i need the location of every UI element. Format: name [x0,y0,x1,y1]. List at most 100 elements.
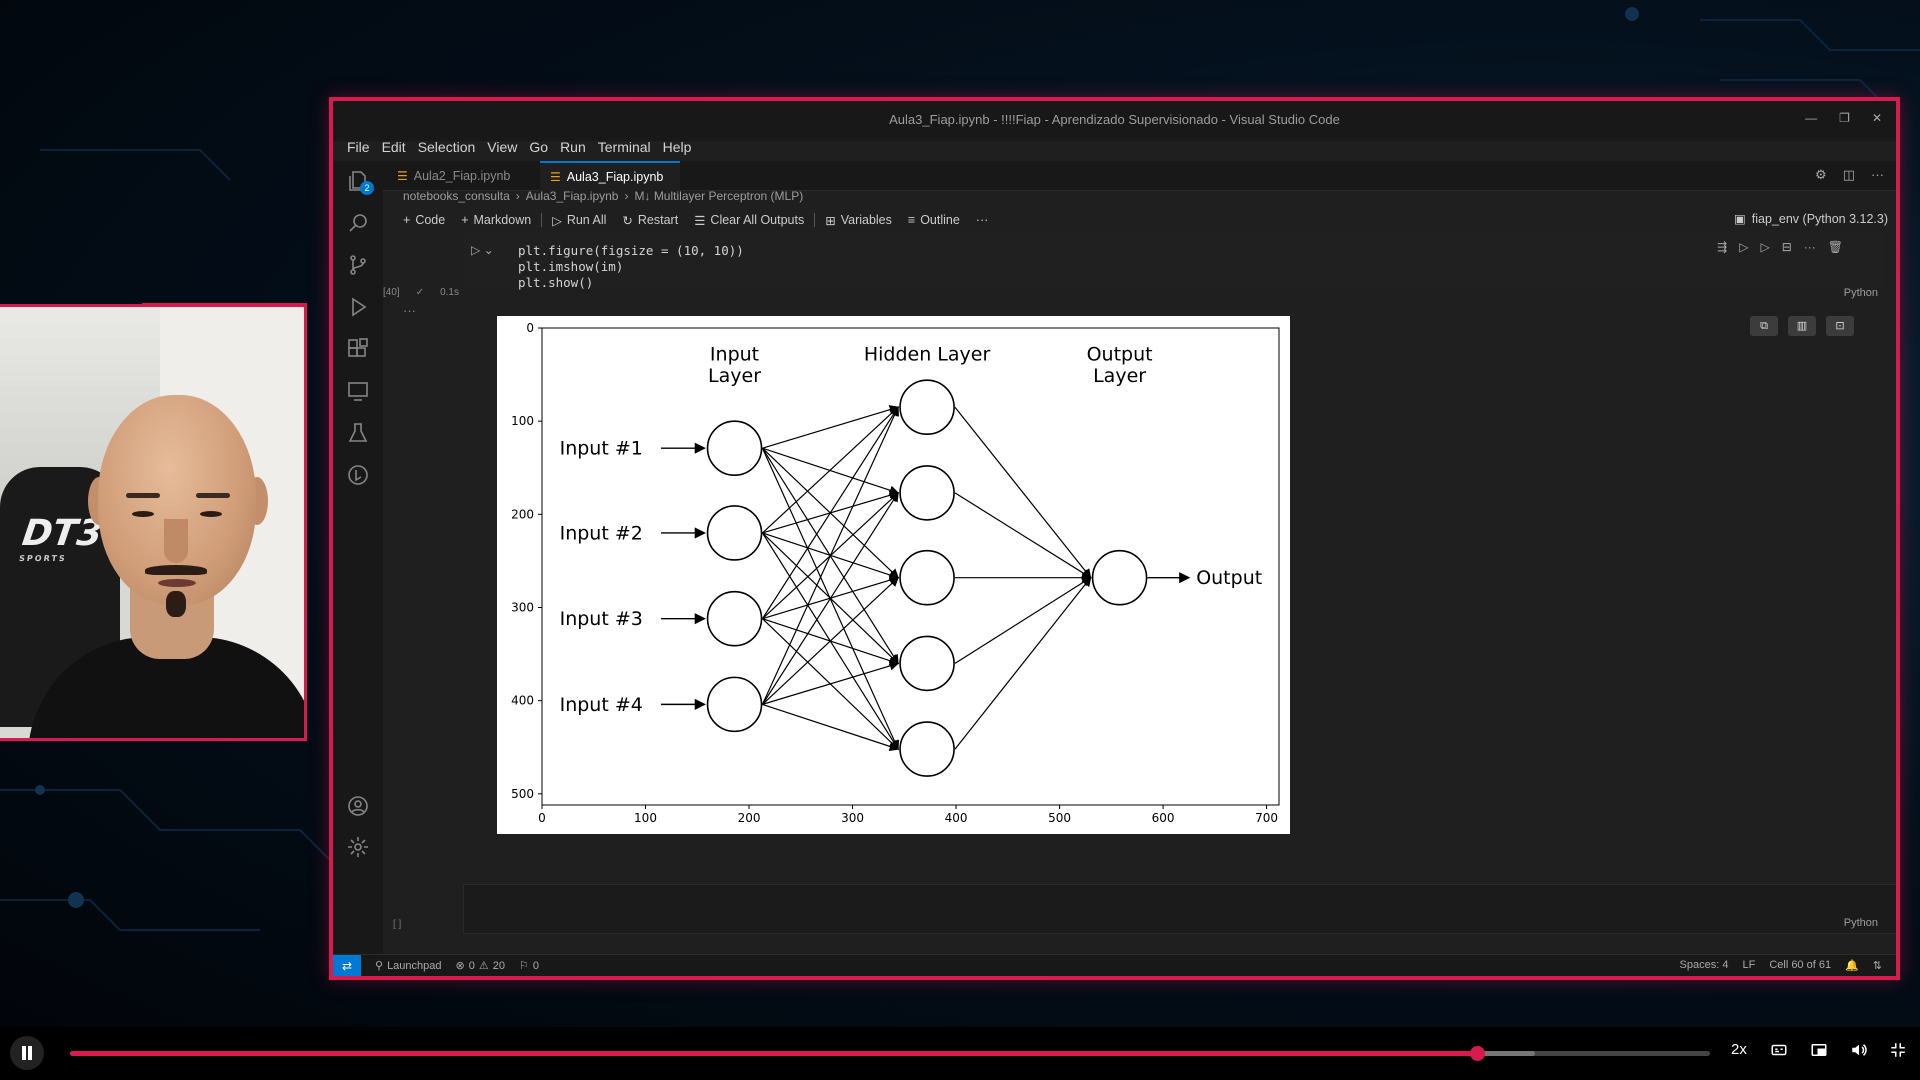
run-all-button[interactable]: ▷ Run All [544,213,614,228]
y-tick-label: 400 [511,694,534,708]
chart-output-icon[interactable]: ▥ [1788,316,1816,336]
check-icon: ✓ [415,287,425,298]
tab-aula2[interactable]: ☰ Aula2_Fiap.ipynb [387,161,537,191]
menu-go[interactable]: Go [523,137,554,157]
sync-icon[interactable]: ⇅ [1873,959,1882,972]
save-output-icon[interactable]: ⊡ [1826,316,1854,336]
execute-above-icon[interactable]: ▷ [1739,240,1748,254]
layer-title: Input [710,344,759,366]
webcam-overlay: DT3 SPORTS [0,304,307,741]
layer-title: Layer [708,365,761,387]
launchpad-item[interactable]: ⚲ Launchpad [375,959,442,973]
plus-icon: + [461,213,469,227]
settings-gear-icon[interactable] [346,835,370,859]
split-editor-icon[interactable]: ◫ [1843,167,1855,183]
menu-file[interactable]: File [341,137,376,157]
outline-label: Outline [920,213,960,227]
more-actions-icon[interactable]: ··· [1871,167,1884,183]
cell-position-status[interactable]: Cell 60 of 61 [1769,959,1831,972]
problems-item[interactable]: ⊗ 0 ⚠ 20 [456,959,505,973]
cell-language[interactable]: Python [1844,287,1878,299]
x-tick-label: 200 [738,811,761,825]
seek-handle[interactable] [1470,1046,1486,1061]
ports-item[interactable]: ⚐ 0 [519,959,539,973]
menu-bar: File Edit Selection View Go Run Terminal… [341,137,697,157]
run-by-line-icon[interactable]: ⇶ [1717,240,1727,254]
eol-status[interactable]: LF [1742,959,1755,972]
code-line: plt.show() [518,275,594,290]
picture-in-picture-icon[interactable] [1810,1041,1828,1063]
breadcrumb-folder[interactable]: notebooks_consulta [403,189,510,203]
remote-icon[interactable]: ⇄ [333,954,361,976]
bell-icon[interactable]: 🔔 [1845,959,1859,972]
maximize-icon[interactable]: ❐ [1839,111,1850,125]
menu-terminal[interactable]: Terminal [592,137,657,157]
copy-output-icon[interactable]: ⧉ [1750,316,1778,336]
toolbar-more-button[interactable]: ··· [968,213,997,227]
breadcrumb-file[interactable]: Aula3_Fiap.ipynb [526,189,619,203]
editor-tabs: ☰ Aula2_Fiap.ipynb ☰ Aula3_Fiap.ipynb ⚙ … [383,161,1896,191]
execute-below-icon[interactable]: ▷ [1760,240,1769,254]
minimize-icon[interactable]: — [1805,111,1817,125]
cell-output-figure: Input Layer Hidden Layer Output Layer Input #… [497,316,1290,834]
toolbar-divider [814,213,816,227]
x-tick-label: 100 [634,811,657,825]
menu-selection[interactable]: Selection [412,137,482,157]
menu-edit[interactable]: Edit [376,137,412,157]
fullscreen-exit-icon[interactable] [1889,1041,1907,1063]
explorer-icon[interactable]: 2 [346,169,374,195]
menu-view[interactable]: View [481,137,523,157]
execution-count: [40] [383,287,400,298]
close-icon[interactable]: ✕ [1872,111,1882,125]
timeline-icon[interactable] [346,463,370,487]
run-all-icon: ▷ [552,213,562,228]
restart-button[interactable]: ↻ Restart [614,213,686,228]
code-line: plt.imshow(im) [518,259,624,274]
split-cell-icon[interactable]: ⊟ [1782,240,1792,254]
x-tick-label: 700 [1255,811,1278,825]
add-code-button[interactable]: + Code [395,213,453,227]
kernel-picker[interactable]: ▣ fiap_env (Python 3.12.3) [1734,211,1888,227]
menu-run[interactable]: Run [554,137,592,157]
notebook-editor: ▷ ⌄ plt.figure(figsize = (10, 10)) plt.i… [383,231,1896,954]
launchpad-icon: ⚲ [375,960,384,972]
source-control-icon[interactable] [346,253,370,277]
breadcrumb-section[interactable]: M↓ Multilayer Perceptron (MLP) [634,189,803,203]
run-cell-icon[interactable]: ▷ ⌄ [471,243,494,257]
tab-aula3[interactable]: ☰ Aula3_Fiap.ipynb [540,161,680,191]
run-debug-icon[interactable] [346,295,370,319]
clear-outputs-button[interactable]: ☰ Clear All Outputs [686,213,812,228]
menu-help[interactable]: Help [657,137,698,157]
delete-cell-icon[interactable]: 🗑 [1828,240,1843,254]
x-tick-label: 600 [1152,811,1175,825]
y-tick-label: 500 [511,787,534,801]
playback-speed-button[interactable]: 2x [1731,1041,1747,1058]
gear-icon[interactable]: ⚙ [1815,167,1827,183]
run-all-label: Run All [566,213,607,227]
indentation-status[interactable]: Spaces: 4 [1680,959,1729,972]
account-icon[interactable] [346,794,370,818]
captions-icon[interactable] [1770,1041,1788,1063]
code-editor[interactable]: plt.figure(figsize = (10, 10)) plt.imsho… [518,243,744,291]
x-tick-label: 400 [945,811,968,825]
search-icon[interactable] [346,211,370,235]
notebook-icon: ☰ [550,170,561,184]
variables-button[interactable]: ⊞ Variables [817,213,900,228]
outline-button[interactable]: ≡ Outline [900,213,968,227]
empty-code-cell[interactable] [463,884,1896,934]
volume-icon[interactable] [1850,1041,1868,1063]
extensions-icon[interactable] [346,337,370,361]
x-tick-label: 500 [1048,811,1071,825]
output-more-icon[interactable]: ··· [403,303,416,318]
empty-cell-language[interactable]: Python [1844,917,1878,929]
code-cell[interactable]: ▷ ⌄ plt.figure(figsize = (10, 10)) plt.i… [463,231,1883,291]
pause-button[interactable] [10,1036,44,1070]
seek-bar[interactable] [70,1046,1710,1061]
testing-icon[interactable] [346,421,370,445]
remote-explorer-icon[interactable] [346,379,370,403]
add-markdown-button[interactable]: + Markdown [453,213,539,227]
progress-bar [70,1051,1478,1056]
cell-more-icon[interactable]: ··· [1804,240,1816,254]
warning-count: 20 [492,959,505,972]
x-tick-label: 0 [538,811,546,825]
